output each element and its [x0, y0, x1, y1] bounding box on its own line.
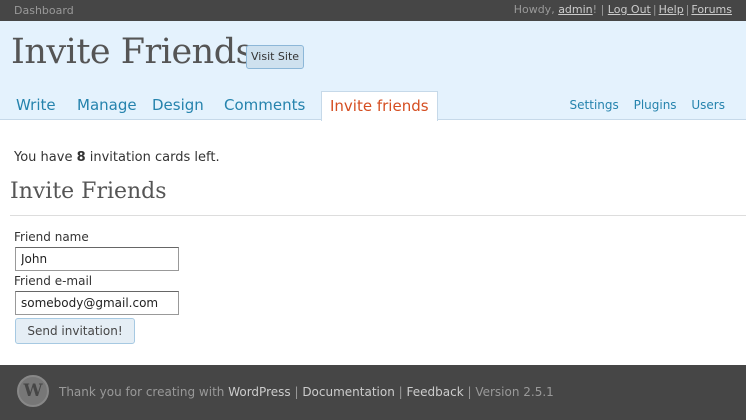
- dashboard-link[interactable]: Dashboard: [14, 4, 74, 17]
- side-nav-links: Settings Plugins Users: [559, 98, 725, 112]
- documentation-link[interactable]: Documentation: [302, 385, 395, 399]
- friend-name-input[interactable]: [15, 247, 179, 271]
- plugins-link[interactable]: Plugins: [634, 98, 677, 112]
- wordpress-logo-letter: W: [23, 381, 43, 401]
- header: Invite Friends Visit Site Write Manage D…: [0, 21, 746, 121]
- version-text: Version 2.5.1: [475, 385, 554, 399]
- visit-site-button[interactable]: Visit Site: [246, 45, 305, 69]
- site-title: Invite Friends: [11, 32, 254, 72]
- section-title: Invite Friends: [10, 179, 167, 204]
- help-link[interactable]: Help: [659, 3, 684, 16]
- logout-link[interactable]: Log Out: [608, 3, 651, 16]
- main-content: You have 8 invitation cards left. Invite…: [0, 121, 746, 365]
- settings-link[interactable]: Settings: [570, 98, 619, 112]
- wordpress-link[interactable]: WordPress: [228, 385, 290, 399]
- tab-comments[interactable]: Comments: [216, 91, 313, 120]
- admin-top-bar: Dashboard Howdy, admin! | Log Out | Help | F…: [0, 0, 746, 21]
- user-links: Howdy, admin! | Log Out | Help | Forums: [513, 3, 732, 16]
- friend-name-label: Friend name: [14, 230, 89, 244]
- send-invitation-button[interactable]: Send invitation!: [15, 318, 135, 344]
- tab-invite-friends[interactable]: Invite friends: [321, 91, 438, 121]
- tab-design[interactable]: Design: [144, 91, 212, 120]
- howdy-text: Howdy,: [513, 3, 559, 16]
- users-link[interactable]: Users: [691, 98, 725, 112]
- forums-link[interactable]: Forums: [691, 3, 732, 16]
- invites-count: 8: [76, 150, 86, 165]
- tab-write[interactable]: Write: [8, 91, 64, 120]
- footer: W Thank you for creating with WordPress …: [0, 365, 746, 420]
- feedback-link[interactable]: Feedback: [407, 385, 464, 399]
- friend-email-label: Friend e-mail: [14, 274, 93, 288]
- divider: [10, 215, 746, 216]
- tab-manage[interactable]: Manage: [69, 91, 145, 120]
- friend-email-input[interactable]: [15, 291, 179, 315]
- howdy-end-text: ! |: [592, 3, 605, 16]
- footer-text: Thank you for creating with WordPress | …: [59, 385, 554, 399]
- footer-thanks: Thank you for creating with: [59, 385, 229, 399]
- invitations-left-text: You have 8 invitation cards left.: [14, 150, 220, 165]
- wordpress-logo-icon[interactable]: W: [17, 375, 49, 407]
- invites-suffix: invitation cards left.: [85, 150, 220, 165]
- invites-prefix: You have: [14, 150, 77, 165]
- user-link[interactable]: admin: [558, 3, 592, 16]
